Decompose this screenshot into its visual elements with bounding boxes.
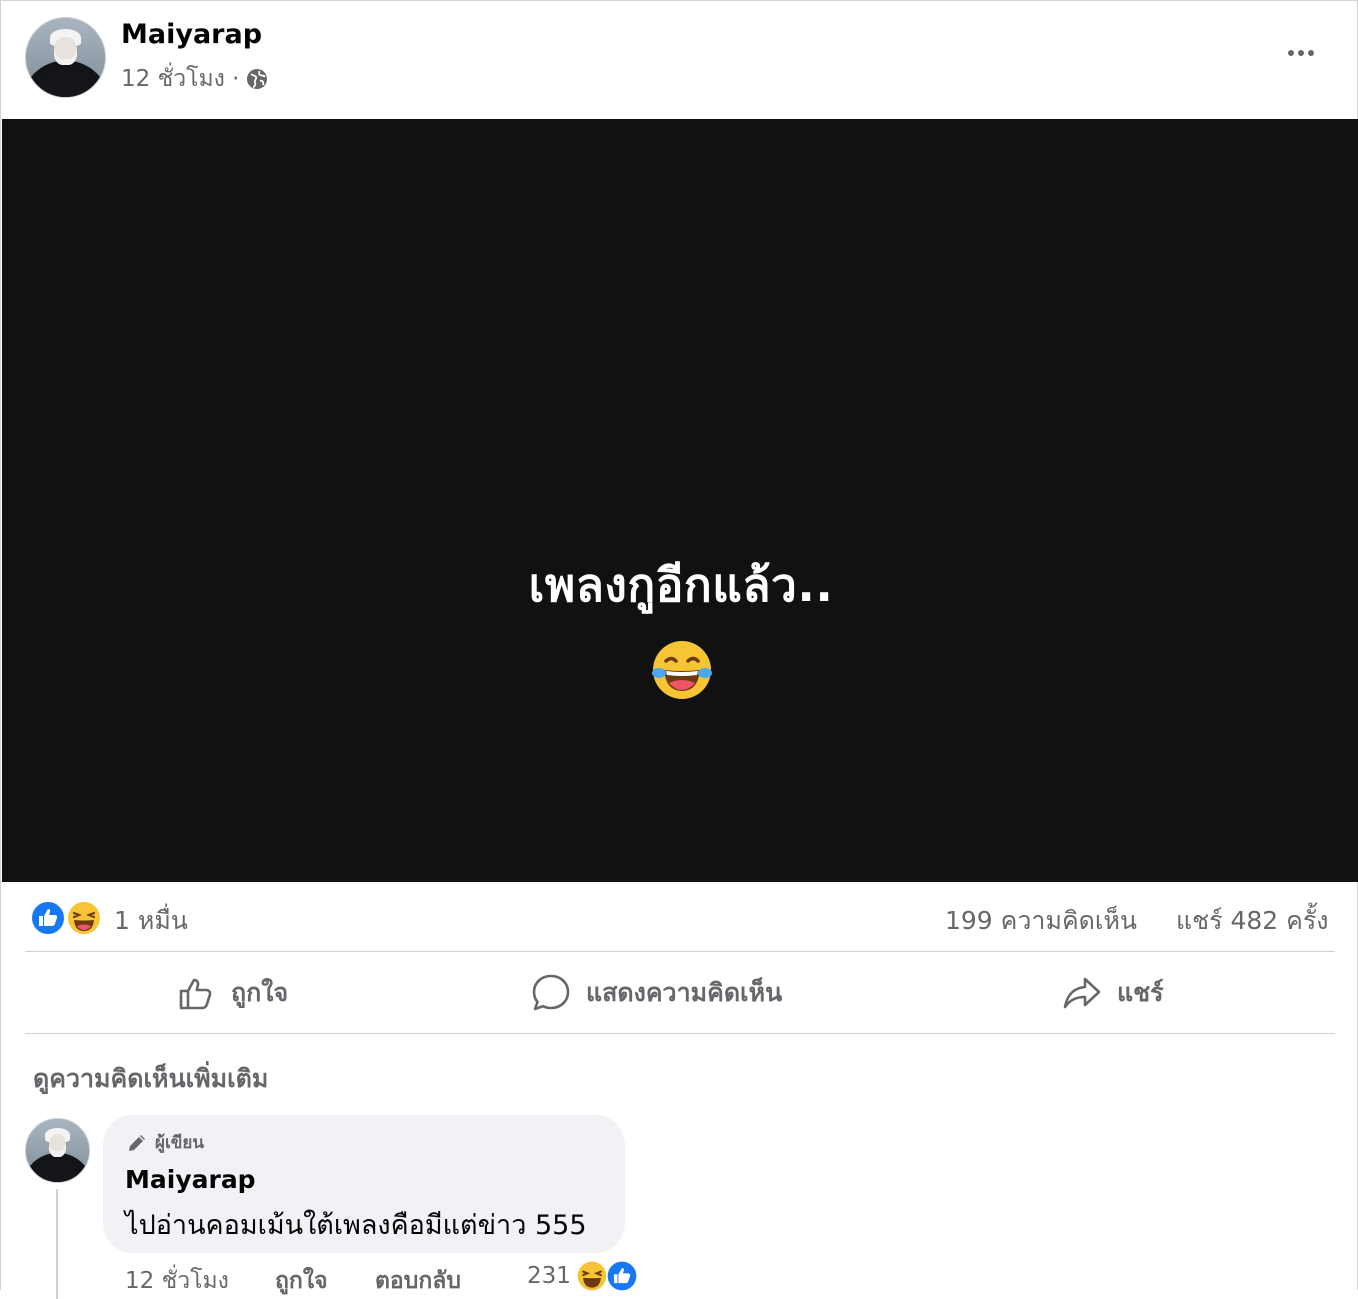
post-header: Maiyarap 12 ชั่วโมง ·: [1, 1, 1358, 119]
divider: [25, 951, 1335, 952]
haha-icon: [575, 1259, 609, 1293]
commenter-name[interactable]: Maiyarap: [125, 1165, 256, 1194]
comment-bubble-icon: [532, 974, 570, 1011]
comment-reply-button[interactable]: ตอบกลับ: [375, 1263, 461, 1299]
author-name[interactable]: Maiyarap: [121, 19, 262, 50]
comment-time[interactable]: 12 ชั่วโมง: [125, 1263, 229, 1299]
action-bar: ถูกใจ แสดงความคิดเห็น แชร์: [25, 953, 1335, 1033]
globe-icon: [247, 69, 268, 89]
post-time[interactable]: 12 ชั่วโมง ·: [121, 61, 239, 97]
share-count[interactable]: แชร์ 482 ครั้ง: [1176, 901, 1328, 941]
author-badge-label: ผู้เขียน: [155, 1133, 204, 1153]
thumbs-up-icon: [179, 978, 212, 1010]
post-card: Maiyarap 12 ชั่วโมง · เพลงกูอีกแล้ว.. 1 …: [0, 0, 1358, 1299]
haha-icon[interactable]: [65, 899, 103, 937]
author-badge: ผู้เขียน: [125, 1129, 204, 1156]
reaction-count[interactable]: 1 หมื่น: [114, 901, 188, 941]
comment-count[interactable]: 199 ความคิดเห็น: [945, 901, 1137, 941]
thread-line: [56, 1189, 58, 1299]
share-arrow-icon: [1063, 977, 1101, 1009]
more-options-icon[interactable]: [1279, 37, 1323, 69]
media-text: เพลงกูอีกแล้ว..: [528, 558, 834, 612]
like-label: ถูกใจ: [231, 978, 289, 1007]
comment-button[interactable]: แสดงความคิดเห็น: [530, 953, 782, 1033]
view-more-comments-link[interactable]: ดูความคิดเห็นเพิ่มเติม: [33, 1059, 268, 1099]
post-stats: 1 หมื่น 199 ความคิดเห็น แชร์ 482 ครั้ง: [1, 891, 1358, 945]
pencil-icon: [129, 1134, 145, 1151]
post-meta: 12 ชั่วโมง ·: [121, 61, 269, 97]
laughing-tears-emoji: [652, 641, 712, 699]
comment-like-button[interactable]: ถูกใจ: [275, 1263, 328, 1299]
post-media[interactable]: เพลงกูอีกแล้ว..: [2, 119, 1358, 882]
comment-reaction-count[interactable]: 231: [527, 1263, 571, 1289]
comment-text: ไปอ่านคอมเม้นใต้เพลงคือมีแต่ข่าว 555: [125, 1210, 587, 1241]
author-avatar[interactable]: [25, 17, 106, 98]
divider: [25, 1033, 1335, 1034]
commenter-avatar[interactable]: [25, 1118, 90, 1183]
comment-label: แสดงความคิดเห็น: [586, 978, 783, 1007]
share-button[interactable]: แชร์: [1061, 953, 1164, 1033]
share-label: แชร์: [1117, 978, 1164, 1007]
like-icon: [605, 1259, 639, 1293]
like-icon[interactable]: [29, 899, 67, 937]
like-button[interactable]: ถูกใจ: [175, 953, 288, 1033]
